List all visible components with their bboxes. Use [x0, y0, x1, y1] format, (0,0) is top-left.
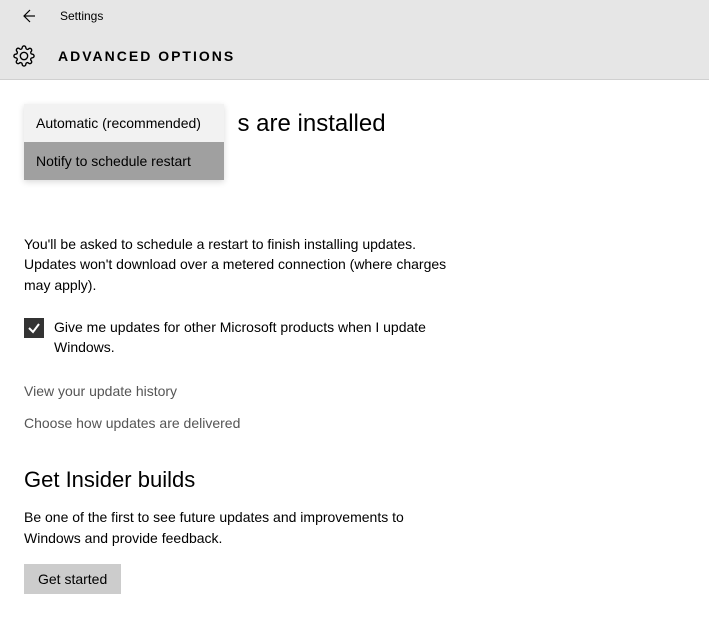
install-mode-dropdown[interactable]: Automatic (recommended) Notify to schedu… [24, 104, 224, 180]
checkmark-icon [27, 321, 41, 335]
header: ADVANCED OPTIONS [0, 32, 709, 80]
view-update-history-link[interactable]: View your update history [24, 383, 685, 399]
page-heading-visible: s are installed [238, 110, 386, 137]
titlebar-title: Settings [60, 9, 103, 23]
other-products-checkbox-label: Give me updates for other Microsoft prod… [54, 317, 474, 358]
dropdown-option-notify[interactable]: Notify to schedule restart [24, 142, 224, 180]
insider-description: Be one of the first to see future update… [24, 507, 464, 548]
choose-delivery-link[interactable]: Choose how updates are delivered [24, 415, 685, 431]
install-mode-description: You'll be asked to schedule a restart to… [24, 234, 464, 295]
content: Choose how updates are installed Automat… [0, 80, 709, 618]
titlebar: Settings [0, 0, 709, 32]
insider-heading: Get Insider builds [24, 467, 685, 493]
gear-icon [12, 44, 36, 68]
dropdown-option-automatic[interactable]: Automatic (recommended) [24, 104, 224, 142]
other-products-checkbox-row: Give me updates for other Microsoft prod… [24, 317, 524, 358]
arrow-left-icon [20, 8, 36, 24]
get-started-button[interactable]: Get started [24, 564, 121, 594]
other-products-checkbox[interactable] [24, 318, 44, 338]
page-header-title: ADVANCED OPTIONS [58, 48, 235, 64]
back-button[interactable] [12, 0, 44, 32]
